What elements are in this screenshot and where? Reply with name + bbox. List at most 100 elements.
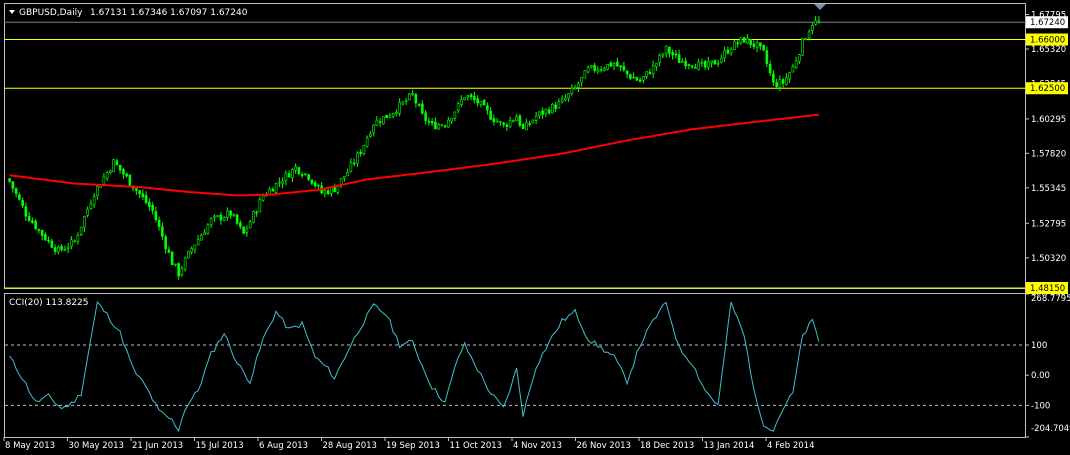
candle[interactable] [759, 42, 762, 51]
candle[interactable] [440, 123, 444, 127]
candle[interactable] [658, 53, 661, 67]
candle[interactable] [531, 119, 535, 124]
candle[interactable] [245, 225, 249, 237]
candle[interactable] [635, 76, 639, 81]
candle[interactable] [534, 112, 538, 125]
candle[interactable] [609, 60, 613, 67]
candle[interactable] [606, 63, 609, 71]
candle[interactable] [167, 246, 171, 254]
candle[interactable] [164, 234, 167, 254]
candle[interactable] [716, 59, 720, 67]
candle[interactable] [528, 120, 531, 127]
horizontal-levels[interactable] [4, 21, 1026, 289]
candle[interactable] [304, 173, 307, 176]
candle[interactable] [791, 63, 795, 73]
candle[interactable] [755, 40, 759, 53]
candle[interactable] [44, 232, 47, 242]
candle[interactable] [125, 172, 128, 178]
candle[interactable] [239, 220, 242, 230]
candle[interactable] [174, 263, 177, 267]
candle[interactable] [388, 112, 392, 119]
candle[interactable] [479, 101, 483, 108]
candle[interactable] [157, 216, 161, 231]
candle[interactable] [115, 158, 119, 166]
candle[interactable] [70, 236, 73, 250]
candle[interactable] [258, 196, 262, 213]
candle[interactable] [463, 96, 466, 101]
candle[interactable] [60, 244, 63, 252]
candle[interactable] [622, 61, 626, 72]
candle[interactable] [102, 172, 106, 185]
candle[interactable] [450, 117, 453, 125]
candle[interactable] [281, 177, 284, 189]
candle[interactable] [284, 170, 288, 186]
candle[interactable] [193, 244, 197, 254]
candle[interactable] [255, 210, 258, 217]
candle[interactable] [739, 37, 743, 46]
candle[interactable] [76, 232, 80, 245]
candle[interactable] [638, 77, 642, 83]
candle[interactable] [362, 144, 366, 156]
candle[interactable] [326, 188, 330, 195]
candle[interactable] [437, 122, 440, 130]
candle[interactable] [141, 189, 145, 201]
candle[interactable] [430, 118, 434, 126]
candle[interactable] [554, 101, 557, 113]
candle[interactable] [655, 62, 658, 72]
candle[interactable] [447, 116, 450, 128]
candle[interactable] [775, 78, 778, 88]
candle[interactable] [684, 57, 687, 70]
candle[interactable] [89, 199, 93, 210]
candle[interactable] [401, 101, 405, 106]
candle[interactable] [577, 81, 580, 93]
candle[interactable] [339, 177, 343, 189]
candle[interactable] [346, 168, 349, 177]
trading-chart[interactable]: 1.677951.653201.628451.602951.578201.553… [0, 0, 1070, 455]
candle[interactable] [219, 212, 223, 225]
candle[interactable] [460, 95, 463, 108]
candle[interactable] [427, 117, 431, 126]
candle[interactable] [21, 197, 24, 209]
candle[interactable] [356, 151, 359, 168]
candle[interactable] [538, 111, 541, 120]
candle[interactable] [742, 37, 746, 43]
candle[interactable] [18, 192, 21, 201]
candle[interactable] [196, 235, 200, 246]
candle[interactable] [109, 169, 112, 175]
candle[interactable] [369, 131, 372, 138]
candle[interactable] [63, 245, 67, 252]
candle[interactable] [333, 183, 336, 193]
candle[interactable] [752, 39, 756, 50]
candle[interactable] [502, 121, 505, 128]
candle[interactable] [645, 71, 648, 80]
candle[interactable] [73, 239, 76, 243]
candle[interactable] [242, 226, 245, 235]
candle[interactable] [518, 113, 522, 128]
candle[interactable] [671, 49, 674, 60]
candle[interactable] [382, 116, 385, 125]
candle[interactable] [612, 62, 616, 71]
candle[interactable] [408, 92, 411, 101]
candle[interactable] [14, 187, 18, 198]
candle[interactable] [456, 101, 460, 114]
candle[interactable] [807, 29, 811, 41]
candle[interactable] [83, 215, 86, 233]
candle[interactable] [723, 46, 726, 63]
candle[interactable] [112, 158, 115, 173]
candle[interactable] [235, 214, 239, 226]
candle[interactable] [66, 242, 70, 254]
candle[interactable] [557, 98, 561, 109]
candle[interactable] [8, 177, 11, 183]
candle[interactable] [310, 179, 314, 186]
candle[interactable] [544, 108, 548, 117]
candle[interactable] [170, 250, 174, 266]
candle[interactable] [307, 173, 310, 182]
candle[interactable] [352, 158, 356, 167]
candle[interactable] [590, 65, 593, 69]
candle[interactable] [271, 186, 275, 192]
candle[interactable] [599, 66, 603, 73]
candle[interactable] [96, 185, 99, 200]
candle[interactable] [486, 102, 489, 115]
candle[interactable] [222, 216, 226, 222]
candle[interactable] [268, 186, 271, 195]
